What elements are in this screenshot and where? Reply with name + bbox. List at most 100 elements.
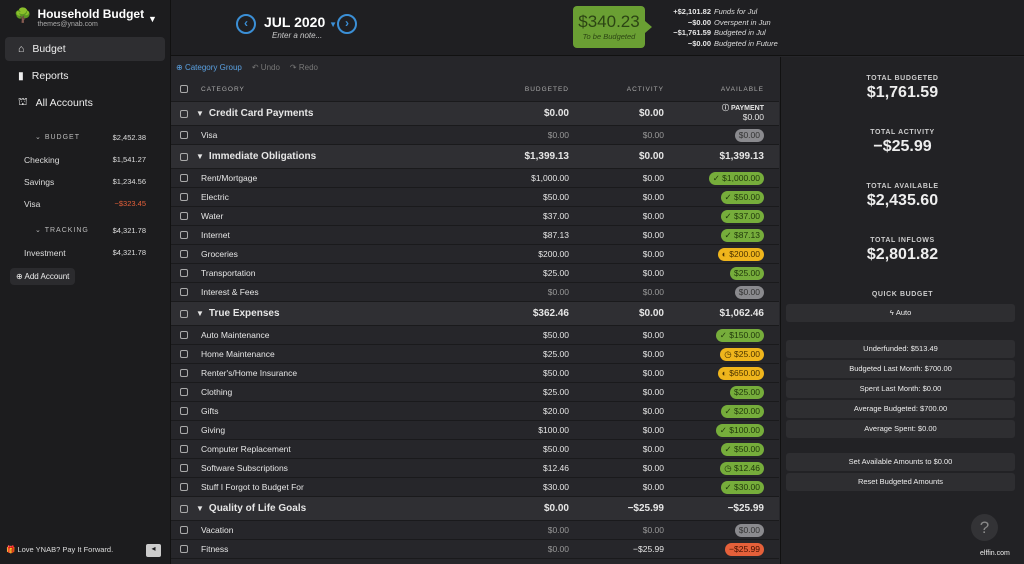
row-checkbox[interactable] [180, 212, 188, 220]
row-checkbox[interactable] [180, 445, 188, 453]
category-row[interactable]: Rent/Mortgage $1,000.00 $0.00 ✓ $1,000.0… [171, 169, 779, 188]
activity-amount[interactable]: $0.00 [581, 211, 676, 221]
category-row[interactable]: Auto Maintenance $50.00 $0.00 ✓ $150.00 [171, 326, 779, 345]
available-pill[interactable]: ◷ $12.46 [720, 461, 764, 475]
available-pill[interactable]: ◷ $25.00 [720, 347, 764, 361]
set-available-zero-button[interactable]: Set Available Amounts to $0.00 [786, 453, 1015, 471]
caret-down-icon[interactable]: ▼ [196, 109, 204, 118]
activity-amount[interactable]: $0.00 [581, 387, 676, 397]
row-checkbox[interactable] [180, 426, 188, 434]
row-checkbox[interactable] [180, 369, 188, 377]
row-checkbox[interactable] [180, 464, 188, 472]
tracking-section-header[interactable]: ⌄ TRACKING $4,321.78 [0, 226, 171, 235]
quick-budget-option[interactable]: Budgeted Last Month: $700.00 [786, 360, 1015, 378]
available-pill[interactable]: ✓ $87.13 [720, 228, 764, 242]
budget-switcher[interactable]: 🌳 Household Budget themes@ynab.com [14, 7, 144, 28]
budgeted-amount[interactable]: $0.00 [486, 544, 581, 554]
budgeted-amount[interactable]: $1,000.00 [486, 173, 581, 183]
month-selector[interactable]: JUL 2020 ▼ [264, 14, 337, 30]
budgeted-amount[interactable]: $20.00 [486, 406, 581, 416]
row-checkbox[interactable] [180, 309, 188, 318]
help-button[interactable]: ? [971, 514, 998, 541]
available-pill[interactable]: ✓ $30.00 [720, 480, 764, 494]
add-account-button[interactable]: ⊕ Add Account [10, 268, 76, 285]
auto-budget-button[interactable]: ϟ Auto [786, 304, 1015, 322]
category-group-row[interactable]: ▼ Quality of Life Goals $0.00 −$25.99 −$2… [171, 497, 779, 521]
budgeted-amount[interactable]: $50.00 [486, 368, 581, 378]
activity-amount[interactable]: $0.00 [581, 287, 676, 297]
activity-amount[interactable]: $0.00 [581, 108, 676, 119]
row-checkbox[interactable] [180, 388, 188, 396]
activity-amount[interactable]: $0.00 [581, 308, 676, 319]
budgeted-amount[interactable]: $0.00 [486, 503, 581, 514]
category-row[interactable]: Fitness $0.00 −$25.99 −$25.99 [171, 540, 779, 559]
to-be-budgeted[interactable]: $340.23 To be Budgeted [573, 6, 652, 48]
category-row[interactable]: Vacation $0.00 $0.00 $0.00 [171, 521, 779, 540]
row-checkbox[interactable] [180, 250, 188, 258]
activity-amount[interactable]: $0.00 [581, 249, 676, 259]
activity-amount[interactable]: $0.00 [581, 406, 676, 416]
budgeted-amount[interactable]: $87.13 [486, 230, 581, 240]
category-row[interactable]: Stuff I Forgot to Budget For $30.00 $0.0… [171, 478, 779, 497]
activity-amount[interactable]: $0.00 [581, 330, 676, 340]
category-row[interactable]: Giving $100.00 $0.00 ✓ $100.00 [171, 421, 779, 440]
quick-budget-option[interactable]: Average Budgeted: $700.00 [786, 400, 1015, 418]
budgeted-amount[interactable]: $25.00 [486, 349, 581, 359]
budgeted-amount[interactable]: $25.00 [486, 387, 581, 397]
category-row[interactable]: Internet $87.13 $0.00 ✓ $87.13 [171, 226, 779, 245]
add-category-group-button[interactable]: ⊕ Category Group [176, 63, 242, 72]
activity-amount[interactable]: $0.00 [581, 173, 676, 183]
quick-budget-option[interactable]: Average Spent: $0.00 [786, 420, 1015, 438]
activity-amount[interactable]: −$25.99 [581, 544, 676, 554]
quick-budget-option[interactable]: Underfunded: $513.49 [786, 340, 1015, 358]
budget-section-header[interactable]: ⌄ BUDGET $2,452.38 [0, 133, 171, 142]
row-checkbox[interactable] [180, 174, 188, 182]
account-checking[interactable]: Checking $1,541.27 [0, 155, 171, 165]
activity-amount[interactable]: $0.00 [581, 151, 676, 162]
caret-down-icon[interactable]: ▼ [196, 309, 204, 318]
caret-down-icon[interactable]: ▼ [196, 152, 204, 161]
activity-amount[interactable]: $0.00 [581, 192, 676, 202]
category-row[interactable]: Renter's/Home Insurance $50.00 $0.00 ◐ $… [171, 364, 779, 383]
category-row[interactable]: Interest & Fees $0.00 $0.00 $0.00 [171, 283, 779, 302]
undo-button[interactable]: ↶ Undo [252, 63, 280, 72]
activity-amount[interactable]: $0.00 [581, 349, 676, 359]
nav-budget[interactable]: ⌂ Budget [5, 37, 165, 61]
category-row[interactable]: Clothing $25.00 $0.00 $25.00 [171, 383, 779, 402]
activity-amount[interactable]: $0.00 [581, 230, 676, 240]
budgeted-amount[interactable]: $50.00 [486, 330, 581, 340]
budgeted-amount[interactable]: $1,399.13 [486, 151, 581, 162]
activity-amount[interactable]: $0.00 [581, 482, 676, 492]
row-checkbox[interactable] [180, 331, 188, 339]
available-pill[interactable]: ✓ $50.00 [720, 442, 764, 456]
nav-reports[interactable]: ▮ Reports [5, 64, 165, 88]
category-group-row[interactable]: ▼ True Expenses $362.46 $0.00 $1,062.46 [171, 302, 779, 326]
next-month-button[interactable]: › [337, 14, 357, 34]
quick-budget-option[interactable]: Spent Last Month: $0.00 [786, 380, 1015, 398]
available-pill[interactable]: $0.00 [734, 285, 764, 299]
budgeted-amount[interactable]: $0.00 [486, 287, 581, 297]
category-row[interactable]: Water $37.00 $0.00 ✓ $37.00 [171, 207, 779, 226]
month-note-input[interactable]: Enter a note... [272, 31, 322, 40]
category-group-row[interactable]: ▼ Immediate Obligations $1,399.13 $0.00 $… [171, 145, 779, 169]
available-pill[interactable]: ✓ $50.00 [720, 190, 764, 204]
row-checkbox[interactable] [180, 526, 188, 534]
budgeted-amount[interactable]: $0.00 [486, 108, 581, 119]
account-visa[interactable]: Visa −$323.45 [0, 199, 171, 209]
available-pill[interactable]: −$25.99 [725, 542, 764, 556]
activity-amount[interactable]: $0.00 [581, 130, 676, 140]
budgeted-amount[interactable]: $362.46 [486, 308, 581, 319]
available-pill[interactable]: ◐ $650.00 [717, 366, 764, 380]
available-pill[interactable]: ✓ $150.00 [715, 328, 764, 342]
row-checkbox[interactable] [180, 545, 188, 553]
budgeted-amount[interactable]: $200.00 [486, 249, 581, 259]
row-checkbox[interactable] [180, 407, 188, 415]
activity-amount[interactable]: $0.00 [581, 444, 676, 454]
available-pill[interactable]: $0.00 [734, 523, 764, 537]
activity-amount[interactable]: $0.00 [581, 425, 676, 435]
budgeted-amount[interactable]: $50.00 [486, 192, 581, 202]
available-pill[interactable]: ◐ $200.00 [717, 247, 764, 261]
activity-amount[interactable]: $0.00 [581, 463, 676, 473]
prev-month-button[interactable]: ‹ [236, 14, 256, 34]
category-row[interactable]: Home Maintenance $25.00 $0.00 ◷ $25.00 [171, 345, 779, 364]
